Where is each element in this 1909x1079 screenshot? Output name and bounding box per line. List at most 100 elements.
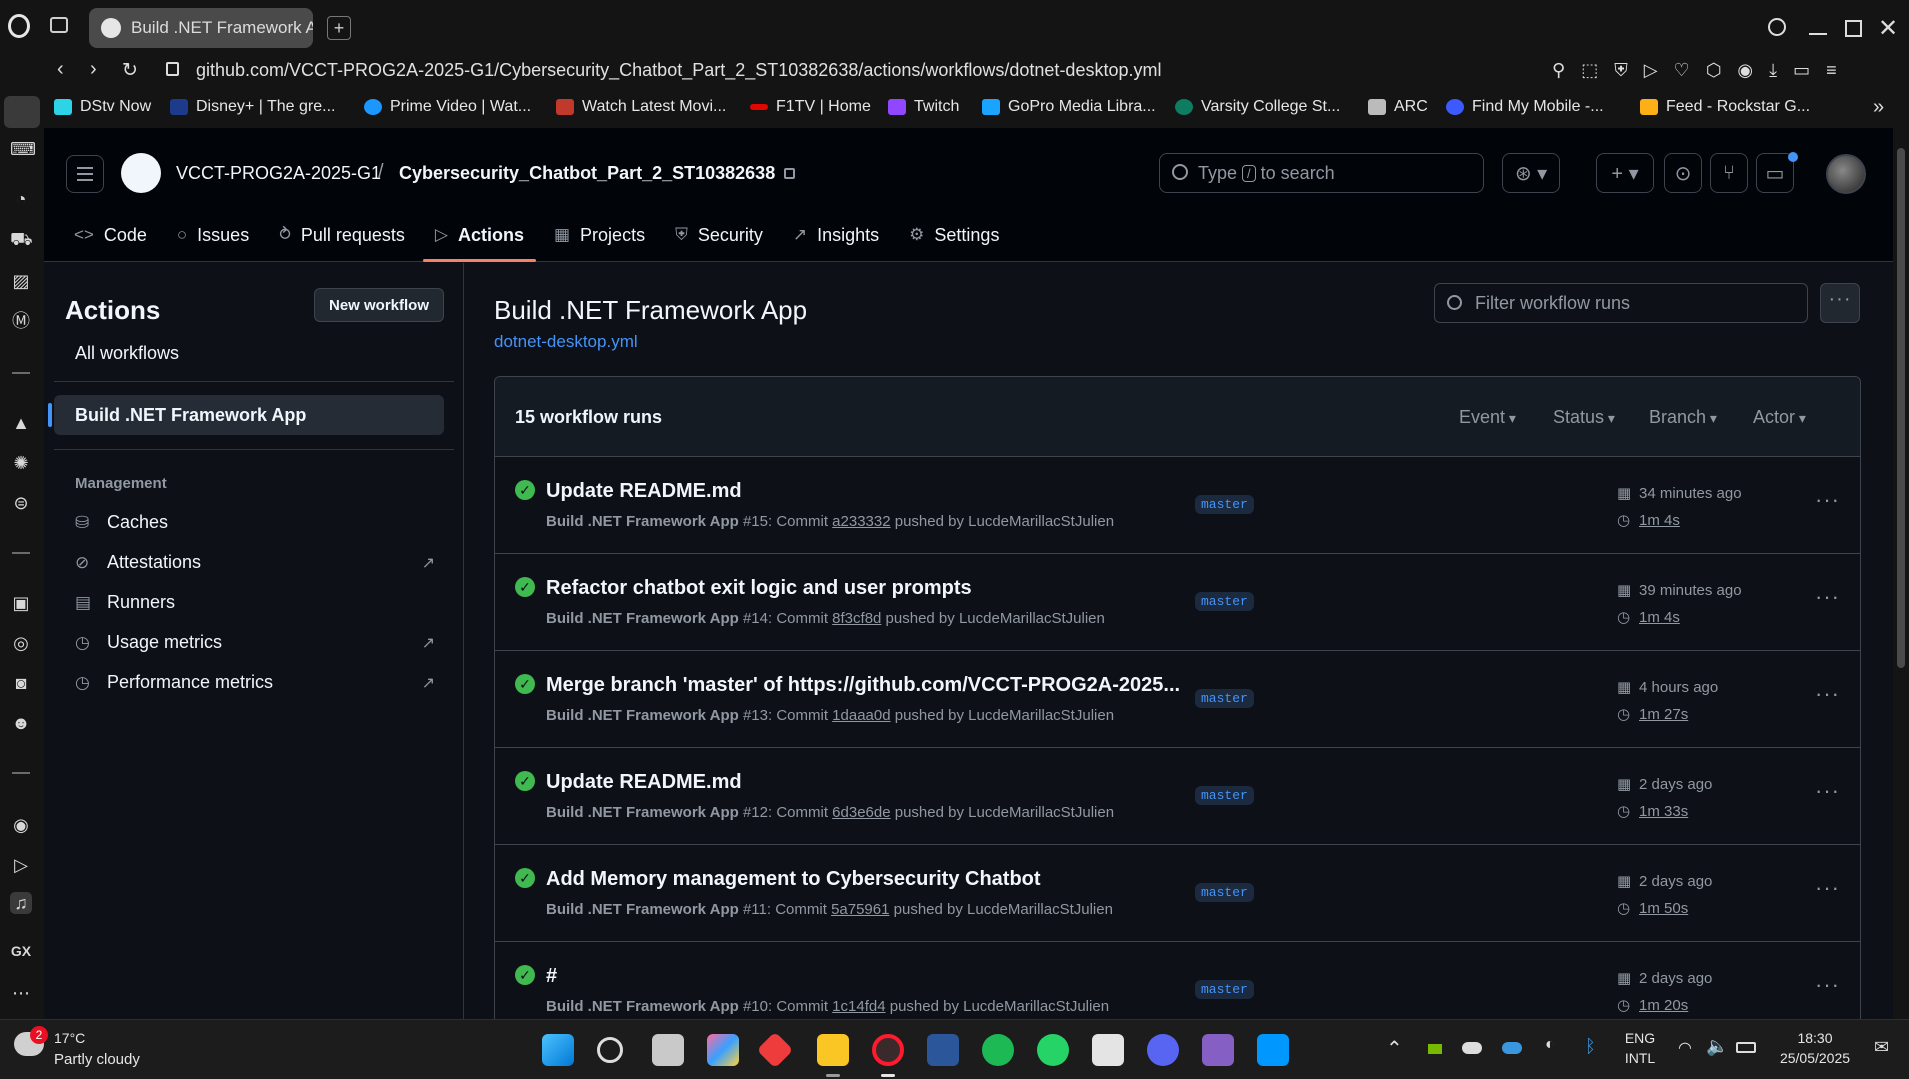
spotify-icon[interactable] [982, 1034, 1014, 1066]
browser-tab-active[interactable]: Build .NET Framework App [89, 8, 313, 48]
tab-settings[interactable]: ⚙ Settings [897, 208, 1011, 262]
url-field[interactable]: github.com/VCCT-PROG2A-2025-G1/Cybersecu… [196, 60, 1161, 81]
app-diamond-icon[interactable] [756, 1031, 794, 1069]
tab-tiles-icon[interactable] [50, 17, 68, 33]
onedrive-icon[interactable] [1462, 1042, 1482, 1054]
spotify-icon[interactable]: ◉ [10, 814, 32, 836]
bookmark-item[interactable]: Twitch [888, 98, 959, 116]
bookmark-item[interactable]: Watch Latest Movi... [556, 98, 726, 116]
m-app-icon[interactable]: Ⓜ [10, 310, 32, 332]
commit-link[interactable]: a233332 [832, 513, 890, 530]
music-icon[interactable]: ♫ [10, 892, 32, 914]
branch-label[interactable]: master [1195, 592, 1254, 611]
bookmark-item[interactable]: F1TV | Home [750, 98, 871, 116]
nvidia-icon[interactable] [1428, 1044, 1442, 1054]
lock-icon[interactable] [166, 62, 179, 76]
attestations-link[interactable]: ⊘ Attestations ↗ [75, 552, 435, 573]
file-explorer-icon[interactable] [817, 1034, 849, 1066]
bookmark-item[interactable]: ARC [1368, 98, 1428, 116]
commit-link[interactable]: 5a75961 [831, 901, 889, 918]
workflow-run-row[interactable]: ✓ Refactor chatbot exit logic and user pr… [495, 554, 1860, 651]
event-filter[interactable]: Event [1459, 407, 1516, 428]
pull-requests-icon[interactable]: ⑂ [1710, 153, 1748, 193]
gaming-icon[interactable]: ⌨ [10, 138, 36, 160]
battery-icon[interactable] [1736, 1042, 1756, 1053]
scrollbar-thumb[interactable] [1897, 148, 1905, 668]
home-icon[interactable] [4, 96, 40, 128]
gx-icon[interactable]: GX [10, 940, 32, 962]
battery-saver-icon[interactable]: ▭ [1793, 60, 1810, 81]
run-options-button[interactable]: ··· [1815, 487, 1840, 513]
word-icon[interactable] [927, 1034, 959, 1066]
run-options-button[interactable]: ··· [1815, 778, 1840, 804]
run-title-link[interactable]: Refactor chatbot exit logic and user pro… [546, 577, 972, 600]
forward-icon[interactable]: › [90, 58, 97, 81]
tab-code[interactable]: <> Code [62, 208, 159, 262]
avatar[interactable] [1826, 154, 1866, 194]
play-icon[interactable]: ▷ [1644, 60, 1658, 81]
workflow-run-row[interactable]: ✓ Merge branch 'master' of https://github… [495, 651, 1860, 748]
sidebar-tool-icon[interactable]: ⛟ [10, 228, 33, 250]
opera-logo-icon[interactable] [8, 14, 30, 38]
run-options-button[interactable]: ··· [1815, 875, 1840, 901]
run-title-link[interactable]: Update README.md [546, 771, 742, 794]
profile-icon[interactable]: ◉ [1737, 60, 1753, 81]
vscode-icon[interactable] [1257, 1034, 1289, 1066]
notes-icon[interactable]: ▨ [10, 270, 32, 292]
commit-link[interactable]: 1c14fd4 [832, 998, 885, 1015]
easy-setup-icon[interactable]: ≡ [1826, 60, 1837, 81]
chatgpt-icon[interactable]: ✺ [10, 452, 32, 474]
runners-link[interactable]: ▤ Runners [75, 592, 435, 613]
usage-metrics-link[interactable]: ◷ Usage metrics ↗ [75, 632, 435, 653]
shield-icon[interactable]: ⛨ [1614, 60, 1628, 81]
onedrive-business-icon[interactable] [1502, 1042, 1522, 1054]
discord-icon[interactable]: ☻ [10, 712, 32, 734]
send-icon[interactable]: ▷ [10, 854, 32, 876]
tray-app-icon[interactable]: ◐ [1545, 1036, 1555, 1054]
run-options-button[interactable]: ··· [1815, 681, 1840, 707]
global-search-input[interactable]: Type / to search [1159, 153, 1484, 193]
bluetooth-icon[interactable]: ᛒ [1585, 1036, 1596, 1057]
hamburger-menu-button[interactable] [66, 155, 104, 193]
selected-workflow-item[interactable]: Build .NET Framework App [48, 395, 444, 435]
copilot-icon[interactable] [707, 1034, 739, 1066]
tab-projects[interactable]: ▦ Projects [542, 208, 657, 262]
discord-icon[interactable] [1147, 1034, 1179, 1066]
bookmark-item[interactable]: Find My Mobile -... [1446, 98, 1604, 116]
run-options-button[interactable]: ··· [1815, 972, 1840, 998]
reload-icon[interactable]: ↻ [122, 59, 138, 82]
minimize-icon[interactable] [1809, 33, 1827, 35]
all-workflows-link[interactable]: All workflows [75, 343, 179, 364]
run-title-link[interactable]: # [546, 965, 557, 988]
clock[interactable]: 18:30 25/05/2025 [1770, 1030, 1860, 1066]
bookmark-item[interactable]: GoPro Media Libra... [982, 98, 1156, 116]
caches-link[interactable]: ⛁ Caches [75, 512, 435, 533]
workflow-run-row[interactable]: ✓ Update README.md Build .NET Framework Ap… [495, 748, 1860, 845]
bookmark-item[interactable]: Feed - Rockstar G... [1640, 98, 1810, 116]
pin-icon[interactable]: ⚲ [1552, 60, 1565, 81]
status-filter[interactable]: Status [1553, 407, 1615, 428]
tab-search-icon[interactable] [1768, 18, 1786, 36]
tab-issues[interactable]: ○ Issues [165, 208, 261, 262]
whatsapp-icon[interactable]: ◎ [10, 632, 32, 654]
bookmark-item[interactable]: Prime Video | Wat... [364, 98, 531, 116]
actor-filter[interactable]: Actor [1753, 407, 1806, 428]
branch-label[interactable]: master [1195, 689, 1254, 708]
heart-icon[interactable]: ♡ [1674, 60, 1690, 81]
create-new-button[interactable]: + ▾ [1596, 153, 1654, 193]
repo-owner-link[interactable]: VCCT-PROG2A-2025-G1 [176, 163, 381, 184]
bookmark-item[interactable]: Disney+ | The gre... [170, 98, 335, 116]
issues-icon[interactable]: ⊙ [1664, 153, 1702, 193]
bookmark-item[interactable]: DStv Now [54, 98, 151, 116]
tab-security[interactable]: ⛨ Security [663, 208, 775, 262]
page-scrollbar[interactable] [1893, 128, 1909, 1019]
language-indicator[interactable]: ENG INTL [1620, 1030, 1660, 1066]
branch-label[interactable]: master [1195, 883, 1254, 902]
branch-label[interactable]: master [1195, 980, 1254, 999]
branch-label[interactable]: master [1195, 495, 1254, 514]
extensions-icon[interactable]: ⬡ [1706, 60, 1722, 81]
volume-icon[interactable]: 🔈 [1706, 1036, 1728, 1057]
filter-runs-input[interactable]: Filter workflow runs [1434, 283, 1808, 323]
branch-filter[interactable]: Branch [1649, 407, 1717, 428]
bookmark-item[interactable]: Varsity College St... [1175, 98, 1340, 116]
